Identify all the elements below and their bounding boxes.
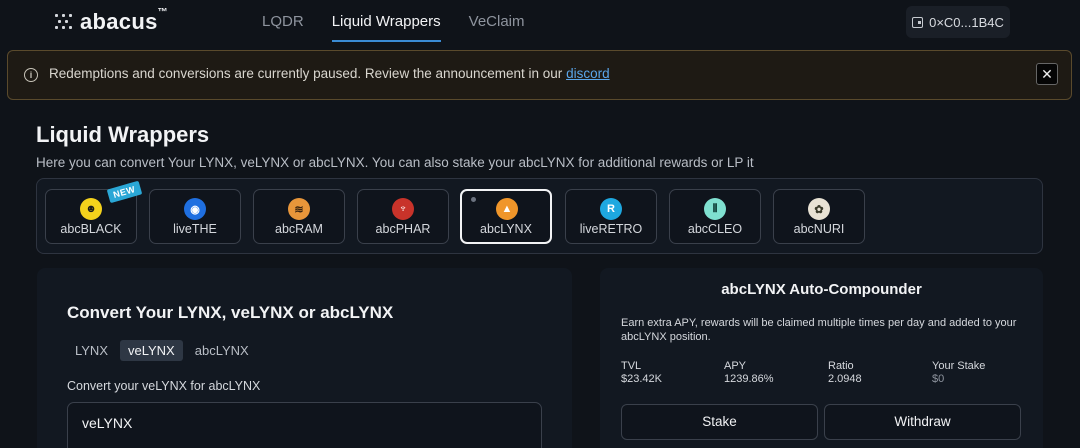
- retro-icon: R: [600, 198, 622, 220]
- close-icon[interactable]: ✕: [1036, 63, 1058, 85]
- token-label: abcCLEO: [687, 222, 743, 236]
- face-icon: ☻: [80, 198, 102, 220]
- info-icon: i: [24, 68, 38, 82]
- amount-input[interactable]: veLYNX: [67, 402, 542, 448]
- stat-your-stake: Your Stake $0: [932, 360, 986, 385]
- selected-dot-icon: [471, 197, 476, 202]
- token-label: liveRETRO: [579, 222, 643, 236]
- page-subtitle: Here you can convert Your LYNX, veLYNX o…: [36, 155, 754, 170]
- token-abcblack[interactable]: ☻ abcBLACK NEW: [45, 180, 142, 244]
- phar-icon: ♆: [392, 198, 414, 220]
- token-abcram[interactable]: ≋ abcRAM: [253, 189, 345, 244]
- ram-icon: ≋: [288, 198, 310, 220]
- compounder-panel: abcLYNX Auto-Compounder Earn extra APY, …: [600, 268, 1043, 448]
- stat-tvl: TVL $23.42K: [621, 360, 662, 385]
- new-badge: NEW: [106, 180, 142, 204]
- token-abclynx[interactable]: ▲ abcLYNX: [460, 189, 552, 244]
- alert-message: Redemptions and conversions are currentl…: [49, 66, 610, 81]
- main-nav: LQDR Liquid Wrappers VeClaim: [248, 0, 539, 44]
- the-icon: ◉: [184, 198, 206, 220]
- token-abccleo[interactable]: ⦀ abcCLEO: [669, 189, 761, 244]
- token-label: abcBLACK: [60, 222, 122, 236]
- wallet-icon: [912, 16, 924, 28]
- wallet-address: 0×C0...1B4C: [929, 14, 1004, 30]
- token-livethe[interactable]: ◉ liveTHE: [149, 189, 241, 244]
- paused-alert: i Redemptions and conversions are curren…: [7, 50, 1072, 100]
- discord-link[interactable]: discord: [566, 66, 610, 81]
- nav-liquid-wrappers[interactable]: Liquid Wrappers: [318, 0, 455, 44]
- token-abcphar[interactable]: ♆ abcPHAR: [357, 189, 449, 244]
- top-bar: abacus™ LQDR Liquid Wrappers VeClaim 0×C…: [0, 0, 1080, 46]
- token-label: abcLYNX: [480, 222, 532, 236]
- stat-ratio: Ratio 2.0948: [828, 360, 862, 385]
- token-abcnuri[interactable]: ✿ abcNURI: [773, 189, 865, 244]
- nav-veclaim[interactable]: VeClaim: [455, 0, 539, 44]
- convert-panel: Convert Your LYNX, veLYNX or abcLYNX LYN…: [37, 268, 572, 448]
- token-label: abcNURI: [793, 222, 845, 236]
- tab-lynx[interactable]: LYNX: [67, 340, 116, 361]
- token-liveretro[interactable]: R liveRETRO: [565, 189, 657, 244]
- token-selector: ☻ abcBLACK NEW ◉ liveTHE ≋ abcRAM ♆ abcP…: [36, 178, 1043, 254]
- wallet-button[interactable]: 0×C0...1B4C: [906, 6, 1010, 38]
- compounder-title: abcLYNX Auto-Compounder: [721, 281, 922, 298]
- token-label: abcPHAR: [375, 222, 431, 236]
- convert-token-tabs: LYNX veLYNX abcLYNX: [67, 340, 257, 361]
- convert-title: Convert Your LYNX, veLYNX or abcLYNX: [67, 303, 394, 322]
- convert-label: Convert your veLYNX for abcLYNX: [67, 379, 261, 393]
- app-logo[interactable]: abacus™: [54, 7, 168, 35]
- app-name: abacus™: [80, 7, 168, 34]
- nav-lqdr[interactable]: LQDR: [248, 0, 318, 44]
- tab-velynx[interactable]: veLYNX: [120, 340, 183, 361]
- token-label: liveTHE: [173, 222, 217, 236]
- input-token-label: veLYNX: [82, 415, 133, 431]
- token-label: abcRAM: [275, 222, 323, 236]
- compounder-description: Earn extra APY, rewards will be claimed …: [621, 317, 1017, 343]
- nuri-icon: ✿: [808, 198, 830, 220]
- lynx-icon: ▲: [496, 198, 518, 220]
- stat-apy: APY 1239.86%: [724, 360, 774, 385]
- cleo-icon: ⦀: [704, 198, 726, 220]
- page-title: Liquid Wrappers: [36, 122, 210, 147]
- stake-button[interactable]: Stake: [621, 404, 818, 440]
- tab-abclynx[interactable]: abcLYNX: [187, 340, 257, 361]
- withdraw-button[interactable]: Withdraw: [824, 404, 1021, 440]
- abacus-logo-icon: [54, 12, 74, 32]
